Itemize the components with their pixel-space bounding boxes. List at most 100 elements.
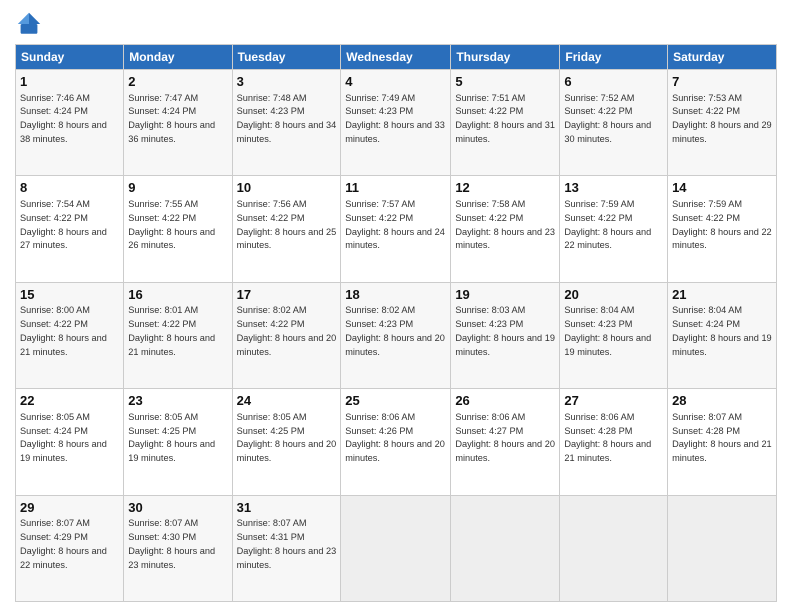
week-row-3: 15 Sunrise: 8:00 AMSunset: 4:22 PMDaylig… [16, 282, 777, 388]
day-number: 6 [564, 73, 663, 91]
week-row-4: 22 Sunrise: 8:05 AMSunset: 4:24 PMDaylig… [16, 389, 777, 495]
day-cell: 10 Sunrise: 7:56 AMSunset: 4:22 PMDaylig… [232, 176, 341, 282]
day-info: Sunrise: 8:06 AMSunset: 4:28 PMDaylight:… [564, 412, 651, 463]
day-number: 27 [564, 392, 663, 410]
day-info: Sunrise: 8:04 AMSunset: 4:24 PMDaylight:… [672, 305, 772, 356]
day-cell: 5 Sunrise: 7:51 AMSunset: 4:22 PMDayligh… [451, 70, 560, 176]
calendar-table: SundayMondayTuesdayWednesdayThursdayFrid… [15, 44, 777, 602]
day-cell: 23 Sunrise: 8:05 AMSunset: 4:25 PMDaylig… [124, 389, 232, 495]
day-info: Sunrise: 8:06 AMSunset: 4:26 PMDaylight:… [345, 412, 445, 463]
day-info: Sunrise: 7:59 AMSunset: 4:22 PMDaylight:… [564, 199, 651, 250]
day-info: Sunrise: 8:04 AMSunset: 4:23 PMDaylight:… [564, 305, 651, 356]
day-cell: 14 Sunrise: 7:59 AMSunset: 4:22 PMDaylig… [668, 176, 777, 282]
day-cell: 29 Sunrise: 8:07 AMSunset: 4:29 PMDaylig… [16, 495, 124, 601]
day-number: 30 [128, 499, 227, 517]
day-cell: 21 Sunrise: 8:04 AMSunset: 4:24 PMDaylig… [668, 282, 777, 388]
day-cell [560, 495, 668, 601]
day-cell: 7 Sunrise: 7:53 AMSunset: 4:22 PMDayligh… [668, 70, 777, 176]
day-number: 26 [455, 392, 555, 410]
day-info: Sunrise: 8:02 AMSunset: 4:22 PMDaylight:… [237, 305, 337, 356]
day-info: Sunrise: 8:07 AMSunset: 4:29 PMDaylight:… [20, 518, 107, 569]
weekday-row: SundayMondayTuesdayWednesdayThursdayFrid… [16, 45, 777, 70]
weekday-saturday: Saturday [668, 45, 777, 70]
day-info: Sunrise: 7:51 AMSunset: 4:22 PMDaylight:… [455, 93, 555, 144]
day-cell: 18 Sunrise: 8:02 AMSunset: 4:23 PMDaylig… [341, 282, 451, 388]
header [15, 10, 777, 38]
day-info: Sunrise: 7:53 AMSunset: 4:22 PMDaylight:… [672, 93, 772, 144]
weekday-wednesday: Wednesday [341, 45, 451, 70]
day-cell: 9 Sunrise: 7:55 AMSunset: 4:22 PMDayligh… [124, 176, 232, 282]
day-info: Sunrise: 8:05 AMSunset: 4:24 PMDaylight:… [20, 412, 107, 463]
day-info: Sunrise: 7:47 AMSunset: 4:24 PMDaylight:… [128, 93, 215, 144]
day-number: 9 [128, 179, 227, 197]
day-cell: 16 Sunrise: 8:01 AMSunset: 4:22 PMDaylig… [124, 282, 232, 388]
weekday-sunday: Sunday [16, 45, 124, 70]
day-number: 1 [20, 73, 119, 91]
day-info: Sunrise: 7:58 AMSunset: 4:22 PMDaylight:… [455, 199, 555, 250]
day-number: 29 [20, 499, 119, 517]
day-cell: 19 Sunrise: 8:03 AMSunset: 4:23 PMDaylig… [451, 282, 560, 388]
day-cell: 1 Sunrise: 7:46 AMSunset: 4:24 PMDayligh… [16, 70, 124, 176]
day-number: 25 [345, 392, 446, 410]
day-info: Sunrise: 7:49 AMSunset: 4:23 PMDaylight:… [345, 93, 445, 144]
day-number: 14 [672, 179, 772, 197]
day-number: 22 [20, 392, 119, 410]
day-info: Sunrise: 7:48 AMSunset: 4:23 PMDaylight:… [237, 93, 337, 144]
week-row-2: 8 Sunrise: 7:54 AMSunset: 4:22 PMDayligh… [16, 176, 777, 282]
day-number: 4 [345, 73, 446, 91]
day-number: 3 [237, 73, 337, 91]
day-info: Sunrise: 8:00 AMSunset: 4:22 PMDaylight:… [20, 305, 107, 356]
day-cell: 15 Sunrise: 8:00 AMSunset: 4:22 PMDaylig… [16, 282, 124, 388]
day-cell: 27 Sunrise: 8:06 AMSunset: 4:28 PMDaylig… [560, 389, 668, 495]
day-info: Sunrise: 8:03 AMSunset: 4:23 PMDaylight:… [455, 305, 555, 356]
day-number: 13 [564, 179, 663, 197]
day-cell: 17 Sunrise: 8:02 AMSunset: 4:22 PMDaylig… [232, 282, 341, 388]
day-number: 20 [564, 286, 663, 304]
day-number: 2 [128, 73, 227, 91]
day-number: 5 [455, 73, 555, 91]
day-cell: 28 Sunrise: 8:07 AMSunset: 4:28 PMDaylig… [668, 389, 777, 495]
day-cell: 30 Sunrise: 8:07 AMSunset: 4:30 PMDaylig… [124, 495, 232, 601]
logo [15, 10, 45, 38]
day-number: 31 [237, 499, 337, 517]
day-number: 8 [20, 179, 119, 197]
day-cell: 6 Sunrise: 7:52 AMSunset: 4:22 PMDayligh… [560, 70, 668, 176]
day-cell: 24 Sunrise: 8:05 AMSunset: 4:25 PMDaylig… [232, 389, 341, 495]
day-cell: 11 Sunrise: 7:57 AMSunset: 4:22 PMDaylig… [341, 176, 451, 282]
day-number: 7 [672, 73, 772, 91]
weekday-tuesday: Tuesday [232, 45, 341, 70]
day-number: 24 [237, 392, 337, 410]
day-info: Sunrise: 7:57 AMSunset: 4:22 PMDaylight:… [345, 199, 445, 250]
calendar-body: 1 Sunrise: 7:46 AMSunset: 4:24 PMDayligh… [16, 70, 777, 602]
day-number: 18 [345, 286, 446, 304]
day-cell [668, 495, 777, 601]
day-info: Sunrise: 8:05 AMSunset: 4:25 PMDaylight:… [128, 412, 215, 463]
day-number: 15 [20, 286, 119, 304]
day-info: Sunrise: 7:46 AMSunset: 4:24 PMDaylight:… [20, 93, 107, 144]
day-number: 12 [455, 179, 555, 197]
page: SundayMondayTuesdayWednesdayThursdayFrid… [0, 0, 792, 612]
weekday-monday: Monday [124, 45, 232, 70]
day-info: Sunrise: 7:52 AMSunset: 4:22 PMDaylight:… [564, 93, 651, 144]
day-info: Sunrise: 8:07 AMSunset: 4:30 PMDaylight:… [128, 518, 215, 569]
day-cell: 12 Sunrise: 7:58 AMSunset: 4:22 PMDaylig… [451, 176, 560, 282]
day-info: Sunrise: 8:06 AMSunset: 4:27 PMDaylight:… [455, 412, 555, 463]
day-info: Sunrise: 7:55 AMSunset: 4:22 PMDaylight:… [128, 199, 215, 250]
day-info: Sunrise: 7:59 AMSunset: 4:22 PMDaylight:… [672, 199, 772, 250]
day-cell [341, 495, 451, 601]
day-number: 17 [237, 286, 337, 304]
day-info: Sunrise: 8:05 AMSunset: 4:25 PMDaylight:… [237, 412, 337, 463]
day-number: 21 [672, 286, 772, 304]
day-cell: 26 Sunrise: 8:06 AMSunset: 4:27 PMDaylig… [451, 389, 560, 495]
day-number: 19 [455, 286, 555, 304]
day-cell: 3 Sunrise: 7:48 AMSunset: 4:23 PMDayligh… [232, 70, 341, 176]
day-number: 11 [345, 179, 446, 197]
day-info: Sunrise: 8:01 AMSunset: 4:22 PMDaylight:… [128, 305, 215, 356]
week-row-1: 1 Sunrise: 7:46 AMSunset: 4:24 PMDayligh… [16, 70, 777, 176]
day-info: Sunrise: 8:07 AMSunset: 4:31 PMDaylight:… [237, 518, 337, 569]
calendar-header: SundayMondayTuesdayWednesdayThursdayFrid… [16, 45, 777, 70]
day-cell: 4 Sunrise: 7:49 AMSunset: 4:23 PMDayligh… [341, 70, 451, 176]
day-number: 16 [128, 286, 227, 304]
day-info: Sunrise: 8:02 AMSunset: 4:23 PMDaylight:… [345, 305, 445, 356]
day-cell: 20 Sunrise: 8:04 AMSunset: 4:23 PMDaylig… [560, 282, 668, 388]
